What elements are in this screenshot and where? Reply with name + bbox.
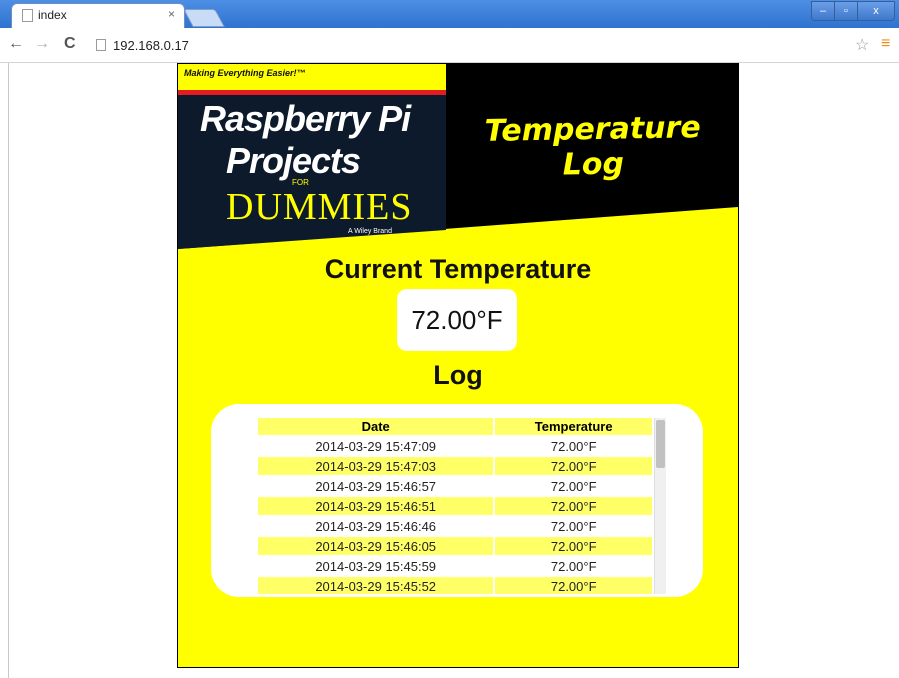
table-row: 2014-03-29 15:46:46 72.00°F xyxy=(258,517,652,535)
row-temperature: 72.00°F xyxy=(495,577,652,594)
table-row: 2014-03-29 15:45:52 72.00°F xyxy=(258,577,652,594)
row-date: 2014-03-29 15:46:57 xyxy=(315,478,437,494)
window-controls: – ▫ x xyxy=(811,1,895,21)
reload-icon[interactable]: C xyxy=(64,36,76,52)
url-text[interactable]: 192.168.0.17 xyxy=(113,38,189,53)
tab-title: index xyxy=(38,8,67,22)
table-row: 2014-03-29 15:47:09 72.00°F xyxy=(258,437,652,455)
book-tagline: Making Everything Easier!™ xyxy=(184,68,306,78)
bookmark-star-icon[interactable]: ☆ xyxy=(855,35,869,55)
close-window-button[interactable]: x xyxy=(857,2,894,20)
page-viewport: Making Everything Easier!™ Raspberry Pi … xyxy=(8,63,899,678)
column-header-temperature: Temperature xyxy=(495,418,652,435)
log-table: Date Temperature 2014-03-29 15:47:09 72.… xyxy=(256,416,654,594)
menu-icon[interactable]: ≡ xyxy=(881,35,890,53)
maximize-button[interactable]: ▫ xyxy=(834,2,857,20)
table-row: 2014-03-29 15:45:59 72.00°F xyxy=(258,557,652,575)
page-icon xyxy=(22,9,33,22)
row-temperature: 72.00°F xyxy=(495,497,652,515)
current-temperature-heading: Current Temperature xyxy=(324,254,592,284)
table-row: 2014-03-29 15:46:05 72.00°F xyxy=(258,537,652,555)
current-temperature-value: 72.00°F xyxy=(397,289,517,351)
row-date: 2014-03-29 15:46:46 xyxy=(315,518,437,534)
column-header-date: Date xyxy=(258,418,494,435)
row-temperature: 72.00°F xyxy=(550,558,597,574)
book-cover-image: Making Everything Easier!™ Raspberry Pi … xyxy=(178,64,446,254)
table-row: 2014-03-29 15:46:57 72.00°F xyxy=(258,477,652,495)
back-arrow-icon[interactable]: ← xyxy=(8,36,24,52)
browser-tab[interactable]: index × xyxy=(12,4,184,28)
book-title-line2: Projects xyxy=(226,140,361,181)
page-icon xyxy=(96,39,106,51)
log-scrollbar[interactable] xyxy=(654,418,666,594)
table-header-row: Date Temperature xyxy=(258,418,652,435)
row-date: 2014-03-29 15:45:52 xyxy=(258,577,494,594)
row-date: 2014-03-29 15:47:09 xyxy=(315,438,437,454)
scrollbar-thumb[interactable] xyxy=(656,420,665,468)
table-row: 2014-03-29 15:46:51 72.00°F xyxy=(258,497,652,515)
row-temperature: 72.00°F xyxy=(550,478,597,494)
row-temperature: 72.00°F xyxy=(495,537,652,555)
book-dummies-logo: DUMMIES xyxy=(226,186,413,228)
browser-toolbar: ← → C 192.168.0.17 ☆ ≡ xyxy=(0,28,899,63)
page-title: Temperature Log xyxy=(484,110,701,183)
row-temperature: 72.00°F xyxy=(550,518,597,534)
new-tab-button[interactable] xyxy=(183,9,225,27)
browser-titlebar: index × – ▫ x xyxy=(0,0,899,28)
row-date: 2014-03-29 15:46:05 xyxy=(258,537,494,555)
tab-close-icon[interactable]: × xyxy=(168,7,175,21)
row-temperature: 72.00°F xyxy=(495,457,652,475)
row-date: 2014-03-29 15:45:59 xyxy=(315,558,437,574)
row-date: 2014-03-29 15:46:51 xyxy=(258,497,494,515)
page-container: Making Everything Easier!™ Raspberry Pi … xyxy=(177,63,739,668)
minimize-button[interactable]: – xyxy=(812,2,834,20)
address-bar[interactable]: 192.168.0.17 xyxy=(90,33,862,57)
row-temperature: 72.00°F xyxy=(550,438,597,454)
book-title-line1: Raspberry Pi xyxy=(200,98,411,139)
row-date: 2014-03-29 15:47:03 xyxy=(258,457,494,475)
table-row: 2014-03-29 15:47:03 72.00°F xyxy=(258,457,652,475)
forward-arrow-icon[interactable]: → xyxy=(34,36,50,52)
log-panel: Date Temperature 2014-03-29 15:47:09 72.… xyxy=(211,404,703,597)
log-scroll-area[interactable]: Date Temperature 2014-03-29 15:47:09 72.… xyxy=(256,416,670,594)
log-heading: Log xyxy=(433,360,483,390)
book-brand: A Wiley Brand xyxy=(348,228,392,235)
